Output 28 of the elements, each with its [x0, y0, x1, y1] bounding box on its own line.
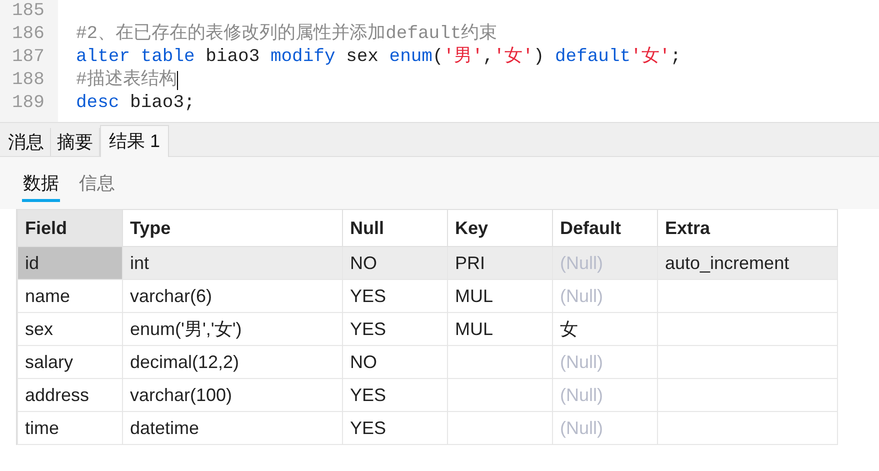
view-tab[interactable]: 数据	[22, 168, 60, 202]
table-cell: (Null)	[552, 412, 658, 444]
line-number: 186	[0, 23, 58, 46]
result-tab[interactable]: 结果 1	[100, 125, 170, 157]
line-number: 188	[0, 69, 58, 92]
table-cell: datetime	[122, 412, 342, 444]
table-cell: id	[18, 246, 122, 280]
table-row[interactable]: address varchar(100) YES (Null)	[18, 378, 838, 412]
code-line: desc biao3;	[76, 92, 195, 115]
column-header[interactable]: Extra	[658, 210, 838, 246]
table-cell: time	[18, 412, 122, 444]
column-header[interactable]: Null	[342, 210, 448, 246]
table-row[interactable]: sex enum('男','女') YES MUL 女	[18, 312, 838, 346]
code-line: #描述表结构	[76, 69, 177, 92]
view-tab[interactable]: 信息	[78, 168, 116, 202]
column-header[interactable]: Key	[448, 210, 552, 246]
code-line: alter table biao3 modify sex enum('男','女') default'女';	[76, 46, 681, 69]
line-number: 185	[0, 0, 58, 23]
code-line: #2、在已存在的表修改列的属性并添加default约束	[76, 23, 498, 46]
table-row[interactable]: time datetime YES (Null)	[18, 412, 838, 444]
line-number: 189	[0, 92, 58, 115]
table-row[interactable]: name varchar(6) YES MUL (Null)	[18, 280, 838, 312]
column-header[interactable]: Type	[122, 210, 342, 246]
column-header[interactable]: Field	[18, 210, 122, 246]
column-header[interactable]: Default	[552, 210, 658, 246]
table-cell: YES	[342, 412, 448, 444]
line-number: 187	[0, 46, 58, 69]
table-row[interactable]: salary decimal(12,2) NO (Null)	[18, 346, 838, 378]
